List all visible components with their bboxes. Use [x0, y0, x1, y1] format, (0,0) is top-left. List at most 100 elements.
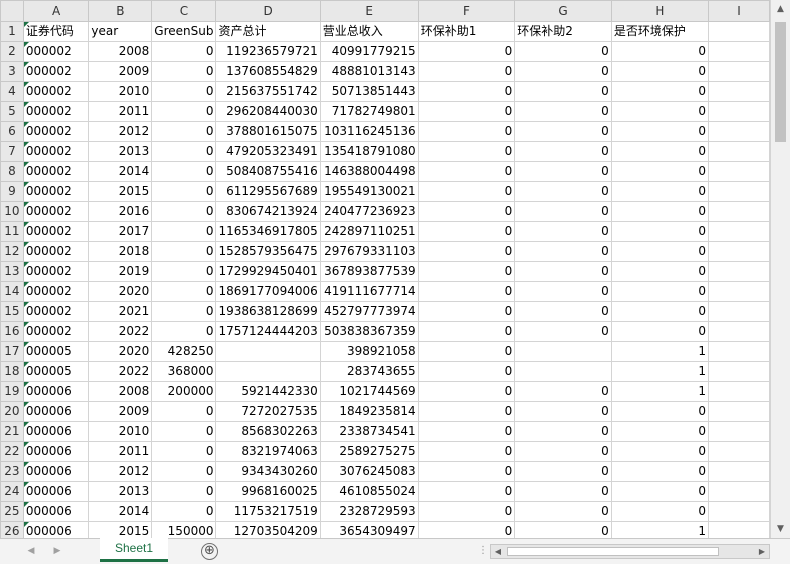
data-cell[interactable]: 146388004498	[319, 161, 419, 182]
data-cell[interactable]: 119236579721	[215, 41, 321, 62]
data-cell[interactable]: 0	[514, 141, 612, 162]
data-cell[interactable]: 4610855024	[319, 481, 419, 502]
prev-sheet-arrow-icon[interactable]: ◀	[24, 543, 38, 559]
data-cell[interactable]: 508408755416	[215, 161, 321, 182]
data-cell[interactable]: 2012	[88, 121, 153, 142]
data-cell[interactable]: 000002	[22, 41, 90, 62]
data-cell[interactable]: 1849235814	[319, 401, 419, 422]
data-cell[interactable]: 0	[514, 201, 612, 222]
data-cell[interactable]: 0	[610, 141, 710, 162]
row-header[interactable]: 15	[0, 301, 24, 322]
data-cell[interactable]	[708, 441, 770, 462]
data-cell[interactable]: 8568302263	[215, 421, 321, 442]
data-cell[interactable]: 0	[514, 321, 612, 342]
data-cell[interactable]: 000002	[22, 301, 90, 322]
data-cell[interactable]: 0	[610, 261, 710, 282]
data-cell[interactable]: 000006	[22, 481, 90, 502]
data-cell[interactable]: 200000	[151, 381, 217, 402]
sheet-tab-sheet1[interactable]: Sheet1	[100, 538, 168, 562]
vertical-scrollbar[interactable]: ▲ ▼	[770, 0, 790, 538]
data-cell[interactable]: 1	[610, 381, 710, 402]
data-cell[interactable]: 2328729593	[319, 501, 419, 522]
data-cell[interactable]: 2022	[88, 361, 153, 382]
column-header[interactable]: H	[610, 0, 710, 22]
field-name-cell[interactable]: 营业总收入	[319, 21, 419, 42]
data-cell[interactable]: 0	[417, 421, 516, 442]
data-cell[interactable]: 1021744569	[319, 381, 419, 402]
data-cell[interactable]: 137608554829	[215, 61, 321, 82]
data-cell[interactable]	[514, 361, 612, 382]
data-cell[interactable]	[708, 421, 770, 442]
data-cell[interactable]: 215637551742	[215, 81, 321, 102]
data-cell[interactable]: 0	[417, 301, 516, 322]
scroll-down-arrow-icon[interactable]: ▼	[771, 520, 790, 538]
data-cell[interactable]: 48881013143	[319, 61, 419, 82]
data-cell[interactable]: 000006	[22, 501, 90, 522]
horizontal-scrollbar[interactable]: ◀ ▶	[490, 544, 770, 559]
data-cell[interactable]: 2338734541	[319, 421, 419, 442]
data-cell[interactable]: 000002	[22, 181, 90, 202]
data-cell[interactable]: 000002	[22, 241, 90, 262]
row-header[interactable]: 14	[0, 281, 24, 302]
data-cell[interactable]: 2008	[88, 41, 153, 62]
data-cell[interactable]	[708, 341, 770, 362]
data-cell[interactable]: 8321974063	[215, 441, 321, 462]
data-cell[interactable]: 1528579356475	[215, 241, 321, 262]
data-cell[interactable]: 0	[417, 441, 516, 462]
data-cell[interactable]: 000006	[22, 461, 90, 482]
data-cell[interactable]: 1757124444203	[215, 321, 321, 342]
data-cell[interactable]: 0	[151, 201, 217, 222]
data-cell[interactable]: 398921058	[319, 341, 419, 362]
data-cell[interactable]	[708, 461, 770, 482]
vertical-scroll-thumb[interactable]	[775, 22, 786, 142]
field-name-cell[interactable]: 环保补助1	[417, 21, 516, 42]
column-header[interactable]: I	[708, 0, 770, 22]
data-cell[interactable]: 1869177094006	[215, 281, 321, 302]
select-all-corner[interactable]	[0, 0, 24, 22]
data-cell[interactable]	[708, 481, 770, 502]
row-header[interactable]: 19	[0, 381, 24, 402]
data-cell[interactable]: 000006	[22, 441, 90, 462]
data-cell[interactable]: 2011	[88, 101, 153, 122]
data-cell[interactable]: 150000	[151, 521, 217, 538]
data-cell[interactable]: 000006	[22, 521, 90, 538]
data-cell[interactable]: 0	[417, 61, 516, 82]
data-cell[interactable]: 0	[417, 321, 516, 342]
data-cell[interactable]	[708, 381, 770, 402]
data-cell[interactable]: 71782749801	[319, 101, 419, 122]
data-cell[interactable]: 0	[514, 261, 612, 282]
data-cell[interactable]: 240477236923	[319, 201, 419, 222]
data-cell[interactable]: 0	[417, 81, 516, 102]
data-cell[interactable]: 2020	[88, 281, 153, 302]
data-cell[interactable]	[708, 81, 770, 102]
data-cell[interactable]	[215, 361, 321, 382]
data-cell[interactable]	[708, 101, 770, 122]
data-cell[interactable]: 2021	[88, 301, 153, 322]
data-cell[interactable]: 0	[151, 61, 217, 82]
data-cell[interactable]: 0	[610, 241, 710, 262]
data-cell[interactable]: 0	[610, 181, 710, 202]
data-cell[interactable]: 0	[514, 301, 612, 322]
row-header[interactable]: 12	[0, 241, 24, 262]
data-cell[interactable]: 11753217519	[215, 501, 321, 522]
row-header[interactable]: 6	[0, 121, 24, 142]
data-cell[interactable]: 0	[514, 281, 612, 302]
data-cell[interactable]: 2020	[88, 341, 153, 362]
row-header[interactable]: 2	[0, 41, 24, 62]
spreadsheet-grid[interactable]: ABCDEFGHI 1 证券代码 year GreenSub 资产总计 营业总收入 环保补助…	[0, 0, 770, 538]
data-cell[interactable]	[708, 181, 770, 202]
data-cell[interactable]: 000002	[22, 161, 90, 182]
data-cell[interactable]: 0	[514, 81, 612, 102]
data-cell[interactable]: 0	[610, 121, 710, 142]
data-cell[interactable]	[708, 501, 770, 522]
row-header[interactable]: 21	[0, 421, 24, 442]
data-cell[interactable]: 368000	[151, 361, 217, 382]
data-cell[interactable]: 0	[151, 481, 217, 502]
scroll-up-arrow-icon[interactable]: ▲	[771, 0, 790, 18]
data-cell[interactable]: 0	[514, 41, 612, 62]
data-cell[interactable]: 378801615075	[215, 121, 321, 142]
data-cell[interactable]: 2010	[88, 81, 153, 102]
data-cell[interactable]: 0	[417, 221, 516, 242]
row-header[interactable]: 26	[0, 521, 24, 538]
column-header[interactable]: E	[319, 0, 419, 22]
